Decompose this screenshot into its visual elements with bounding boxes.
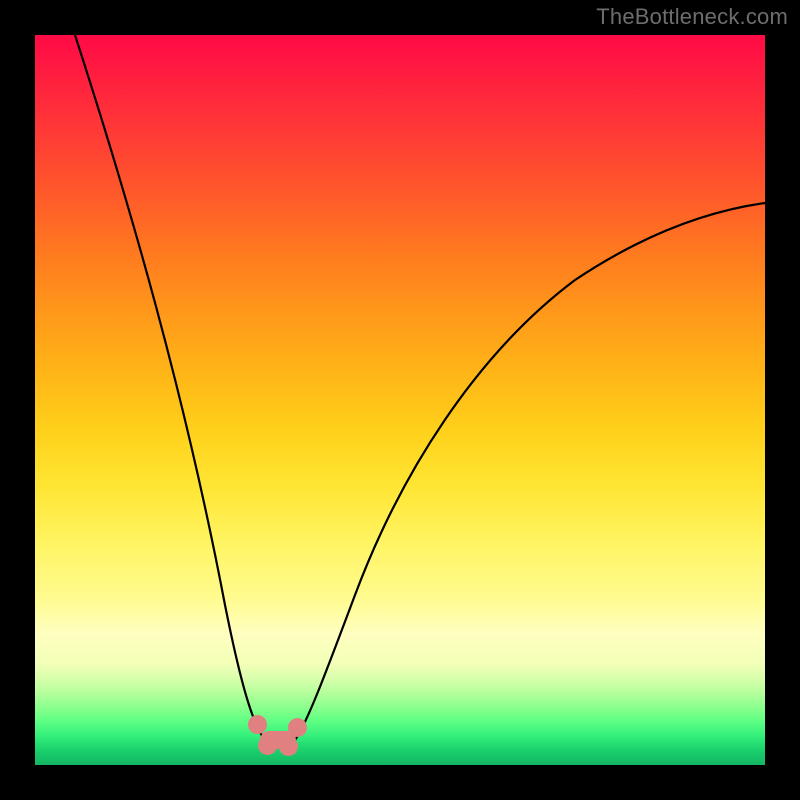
watermark-text: TheBottleneck.com: [596, 4, 788, 30]
curve-right-branch: [295, 203, 765, 740]
chart-frame: [35, 35, 765, 765]
valley-bar: [260, 731, 296, 749]
curve-left-branch: [75, 35, 265, 740]
bottleneck-curve: [35, 35, 765, 765]
